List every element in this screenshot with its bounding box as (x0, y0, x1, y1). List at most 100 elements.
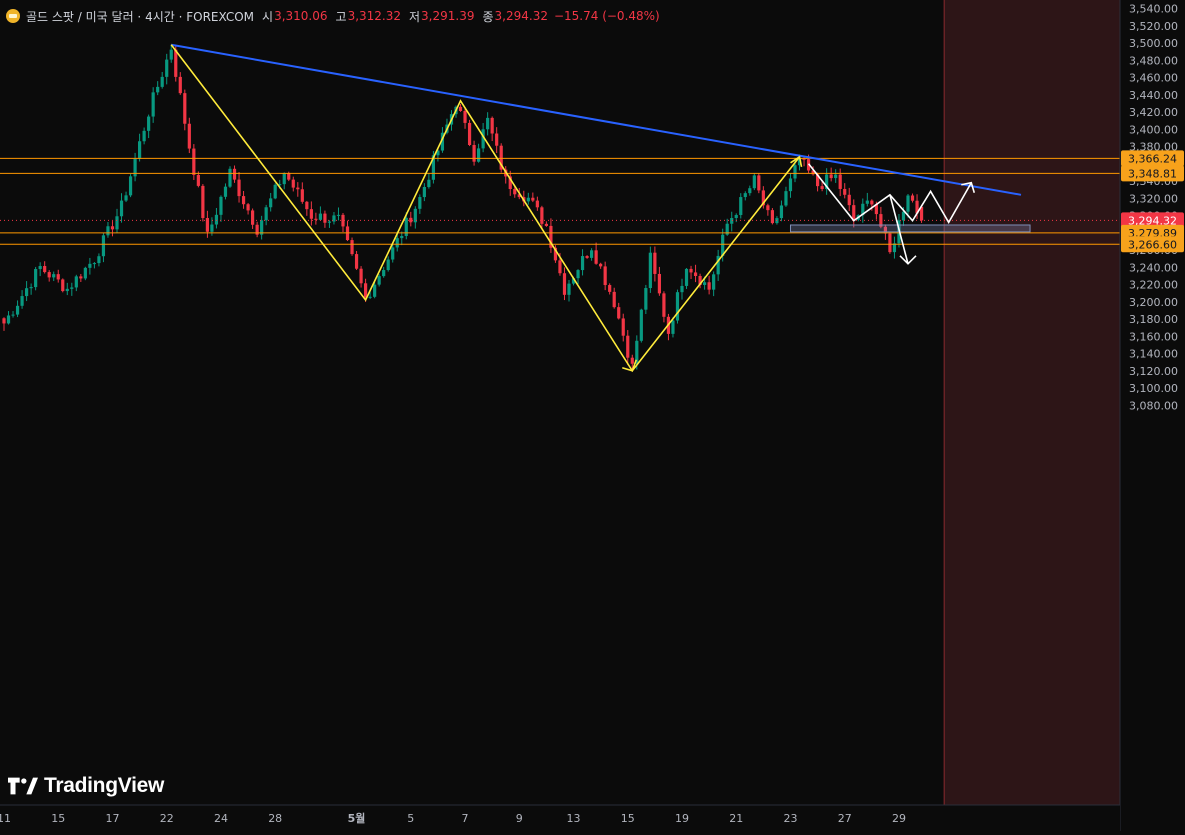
candle-body[interactable] (603, 266, 607, 286)
candle-body[interactable] (138, 141, 142, 159)
support-zone-box[interactable] (789, 224, 1031, 233)
candle-body[interactable] (11, 314, 15, 316)
candle-body[interactable] (838, 174, 842, 189)
candle-body[interactable] (594, 250, 598, 264)
candle-body[interactable] (92, 263, 96, 265)
candle-body[interactable] (70, 287, 74, 289)
symbol-title[interactable]: 골드 스팟 / 미국 달러 · 4시간 · FOREXCOM (26, 8, 254, 25)
candle-body[interactable] (165, 59, 169, 77)
candle-body[interactable] (83, 267, 87, 279)
candle-body[interactable] (61, 279, 65, 292)
candle-body[interactable] (535, 200, 539, 208)
candle-body[interactable] (630, 357, 634, 364)
candle-body[interactable] (110, 226, 115, 230)
candle-body[interactable] (296, 187, 300, 190)
candle-body[interactable] (354, 254, 359, 269)
candle-body[interactable] (201, 185, 205, 219)
price-chart[interactable]: 3,080.00 3,100.00 3,120.00 3,140.00 3,160.00… (0, 0, 1185, 831)
candle-body[interactable] (147, 116, 151, 131)
candle-body[interactable] (712, 274, 716, 290)
candle-body[interactable] (264, 207, 268, 221)
candle-body[interactable] (580, 256, 585, 271)
candle-body[interactable] (612, 291, 616, 308)
candle-body[interactable] (359, 268, 363, 284)
candle-body[interactable] (309, 209, 313, 219)
candle-body[interactable] (752, 175, 756, 189)
candle-body[interactable] (829, 174, 833, 179)
candle-body[interactable] (187, 123, 191, 149)
candle-body[interactable] (160, 76, 164, 87)
candle-body[interactable] (653, 252, 657, 274)
candle-body[interactable] (219, 196, 223, 215)
candle-body[interactable] (486, 117, 490, 130)
candle-body[interactable] (128, 176, 133, 196)
candle-body[interactable] (169, 49, 173, 60)
candle-body[interactable] (210, 224, 214, 232)
candle-body[interactable] (617, 307, 621, 319)
candle-body[interactable] (391, 247, 395, 260)
candle-body[interactable] (287, 173, 291, 180)
candle-body[interactable] (870, 200, 874, 205)
candle-body[interactable] (834, 174, 838, 179)
candle-body[interactable] (305, 201, 309, 210)
candle-body[interactable] (318, 213, 322, 220)
candle-body[interactable] (43, 266, 47, 273)
candle-body[interactable] (291, 179, 295, 188)
candle-body[interactable] (246, 204, 250, 211)
candle-body[interactable] (124, 195, 128, 201)
candle-body[interactable] (269, 198, 273, 208)
candle-body[interactable] (626, 335, 630, 358)
candle-body[interactable] (590, 250, 594, 258)
candle-body[interactable] (567, 283, 571, 295)
candle-body[interactable] (739, 197, 743, 215)
candle-body[interactable] (174, 49, 178, 77)
candle-body[interactable] (490, 117, 494, 134)
candle-body[interactable] (25, 288, 29, 297)
candle-body[interactable] (314, 218, 318, 220)
candle-body[interactable] (101, 235, 106, 257)
candle-body[interactable] (232, 168, 237, 180)
candle-body[interactable] (151, 92, 155, 117)
candle-body[interactable] (599, 263, 603, 267)
candle-body[interactable] (748, 188, 752, 194)
candle-body[interactable] (178, 76, 182, 94)
candle-body[interactable] (74, 276, 78, 288)
candle-body[interactable] (282, 173, 286, 185)
candle-body[interactable] (910, 195, 915, 201)
candle-body[interactable] (779, 205, 784, 219)
candle-body[interactable] (38, 266, 42, 270)
trendline[interactable] (171, 43, 1022, 196)
candle-body[interactable] (684, 268, 689, 286)
candle-body[interactable] (463, 110, 467, 123)
candle-body[interactable] (196, 174, 200, 186)
candle-body[interactable] (327, 221, 332, 223)
candle-body[interactable] (47, 272, 51, 278)
candle-body[interactable] (241, 196, 246, 205)
candle-body[interactable] (467, 122, 472, 146)
candle-body[interactable] (531, 197, 535, 201)
candle-body[interactable] (847, 194, 851, 206)
candle-body[interactable] (386, 259, 390, 271)
candle-body[interactable] (585, 256, 589, 258)
candle-body[interactable] (707, 282, 711, 290)
candle-body[interactable] (757, 175, 761, 191)
candle-body[interactable] (214, 214, 219, 225)
chart-area[interactable]: 3,080.00 3,100.00 3,120.00 3,140.00 3,160.00… (0, 0, 1185, 831)
candle-body[interactable] (562, 273, 567, 295)
candle-body[interactable] (368, 296, 372, 298)
candle-body[interactable] (477, 148, 481, 162)
candle-body[interactable] (693, 272, 698, 276)
candle-body[interactable] (34, 269, 38, 288)
candle-body[interactable] (458, 106, 463, 111)
candle-body[interactable] (336, 214, 341, 216)
candle-body[interactable] (156, 86, 160, 93)
candle-body[interactable] (422, 186, 426, 198)
candle-body[interactable] (865, 200, 869, 204)
candle-body[interactable] (97, 256, 101, 264)
candle-body[interactable] (142, 130, 146, 142)
candle-body[interactable] (223, 186, 228, 197)
candle-body[interactable] (409, 217, 413, 223)
candle-body[interactable] (843, 188, 847, 195)
candle-body[interactable] (901, 211, 906, 221)
candle-body[interactable] (495, 133, 499, 146)
